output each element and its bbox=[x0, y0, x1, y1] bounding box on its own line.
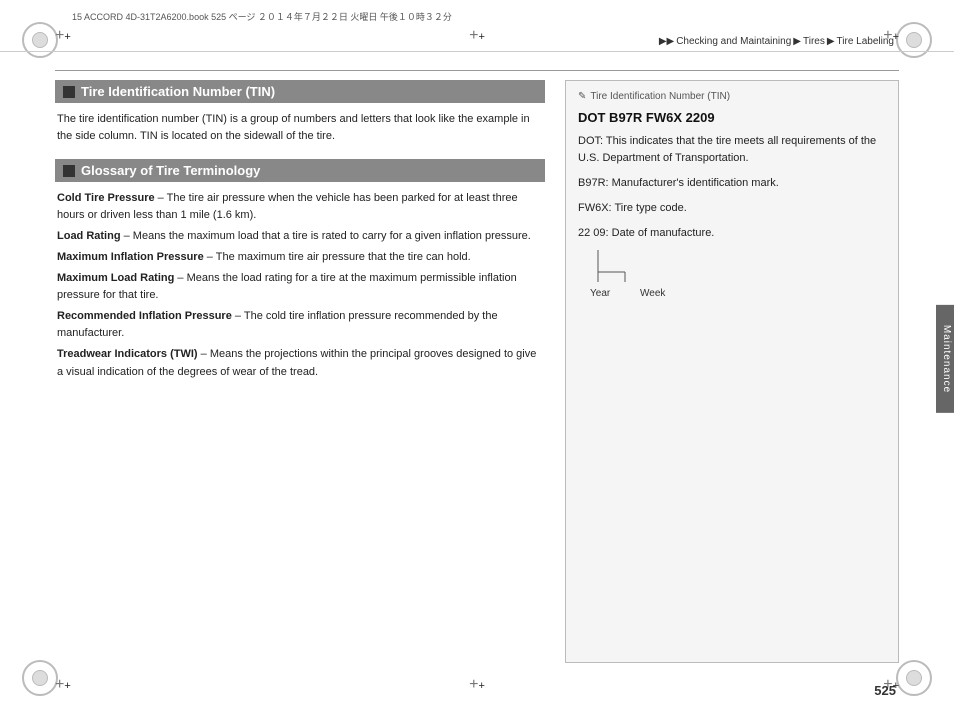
right-col-title-text: Tire Identification Number (TIN) bbox=[590, 91, 730, 102]
glossary-def-1: – Means the maximum load that a tire is … bbox=[121, 230, 531, 242]
right-col-title-prefix: ✎ bbox=[578, 91, 586, 102]
glossary-item-4: Recommended Inflation Pressure – The col… bbox=[57, 308, 543, 342]
breadcrumb-arrow3: ▶ bbox=[827, 36, 835, 47]
file-info: 15 ACCORD 4D-31T2A6200.book 525 ページ ２０１４… bbox=[72, 10, 452, 23]
glossary-def-2: – The maximum tire air pressure that the… bbox=[204, 251, 471, 263]
glossary-section: Glossary of Tire Terminology Cold Tire P… bbox=[55, 159, 545, 380]
breadcrumb-arrow2: ▶ bbox=[793, 36, 801, 47]
tin-section: Tire Identification Number (TIN) The tir… bbox=[55, 80, 545, 145]
glossary-section-title: Glossary of Tire Terminology bbox=[81, 163, 260, 178]
tin-desc-3: 22 09: Date of manufacture. bbox=[578, 225, 886, 242]
left-column: Tire Identification Number (TIN) The tir… bbox=[55, 80, 565, 663]
glossary-body: Cold Tire Pressure – The tire air pressu… bbox=[55, 190, 545, 380]
glossary-term-1: Load Rating bbox=[57, 230, 121, 242]
glossary-section-header: Glossary of Tire Terminology bbox=[55, 159, 545, 182]
tin-desc-0: DOT: This indicates that the tire meets … bbox=[578, 133, 886, 167]
crosshair-bottom-center: + bbox=[469, 677, 485, 693]
glossary-item-2: Maximum Inflation Pressure – The maximum… bbox=[57, 249, 543, 266]
breadcrumb-part2: Tires bbox=[803, 36, 825, 47]
side-tab: Maintenance bbox=[936, 305, 954, 413]
glossary-term-4: Recommended Inflation Pressure bbox=[57, 310, 232, 322]
glossary-item-1: Load Rating – Means the maximum load tha… bbox=[57, 228, 543, 245]
main-content: Tire Identification Number (TIN) The tir… bbox=[55, 80, 899, 663]
breadcrumb-part1: Checking and Maintaining bbox=[676, 36, 791, 47]
year-week-diagram: Year Week bbox=[578, 250, 886, 303]
breadcrumb-arrow1: ▶▶ bbox=[659, 36, 674, 47]
glossary-term-3: Maximum Load Rating bbox=[57, 272, 174, 284]
breadcrumb: ▶▶ Checking and Maintaining ▶ Tires ▶ Ti… bbox=[659, 36, 894, 47]
glossary-term-0: Cold Tire Pressure bbox=[57, 192, 155, 204]
breadcrumb-part3: Tire Labeling bbox=[837, 36, 894, 47]
page-number: 525 bbox=[874, 683, 896, 698]
crosshair-bottom-left: + bbox=[55, 677, 71, 693]
top-bar: 15 ACCORD 4D-31T2A6200.book 525 ページ ２０１４… bbox=[0, 0, 954, 52]
glossary-item-3: Maximum Load Rating – Means the load rat… bbox=[57, 270, 543, 304]
tin-desc-2: FW6X: Tire type code. bbox=[578, 200, 886, 217]
right-col-title: ✎ Tire Identification Number (TIN) bbox=[578, 91, 886, 102]
svg-text:Year: Year bbox=[590, 288, 611, 299]
glossary-item-0: Cold Tire Pressure – The tire air pressu… bbox=[57, 190, 543, 224]
corner-mark-bl bbox=[22, 660, 58, 696]
tin-header-icon bbox=[63, 86, 75, 98]
glossary-header-icon bbox=[63, 165, 75, 177]
glossary-item-5: Treadwear Indicators (TWI) – Means the p… bbox=[57, 346, 543, 380]
right-column: ✎ Tire Identification Number (TIN) DOT B… bbox=[565, 80, 899, 663]
tin-number: DOT B97R FW6X 2209 bbox=[578, 110, 886, 125]
tin-desc-1: B97R: Manufacturer's identification mark… bbox=[578, 175, 886, 192]
glossary-term-5: Treadwear Indicators (TWI) bbox=[57, 348, 198, 360]
top-rule bbox=[55, 70, 899, 71]
glossary-term-2: Maximum Inflation Pressure bbox=[57, 251, 204, 263]
corner-mark-br bbox=[896, 660, 932, 696]
year-week-svg: Year Week bbox=[590, 250, 710, 300]
tin-section-body: The tire identification number (TIN) is … bbox=[55, 111, 545, 145]
svg-text:Week: Week bbox=[640, 288, 666, 299]
tin-section-title: Tire Identification Number (TIN) bbox=[81, 84, 275, 99]
tin-section-header: Tire Identification Number (TIN) bbox=[55, 80, 545, 103]
